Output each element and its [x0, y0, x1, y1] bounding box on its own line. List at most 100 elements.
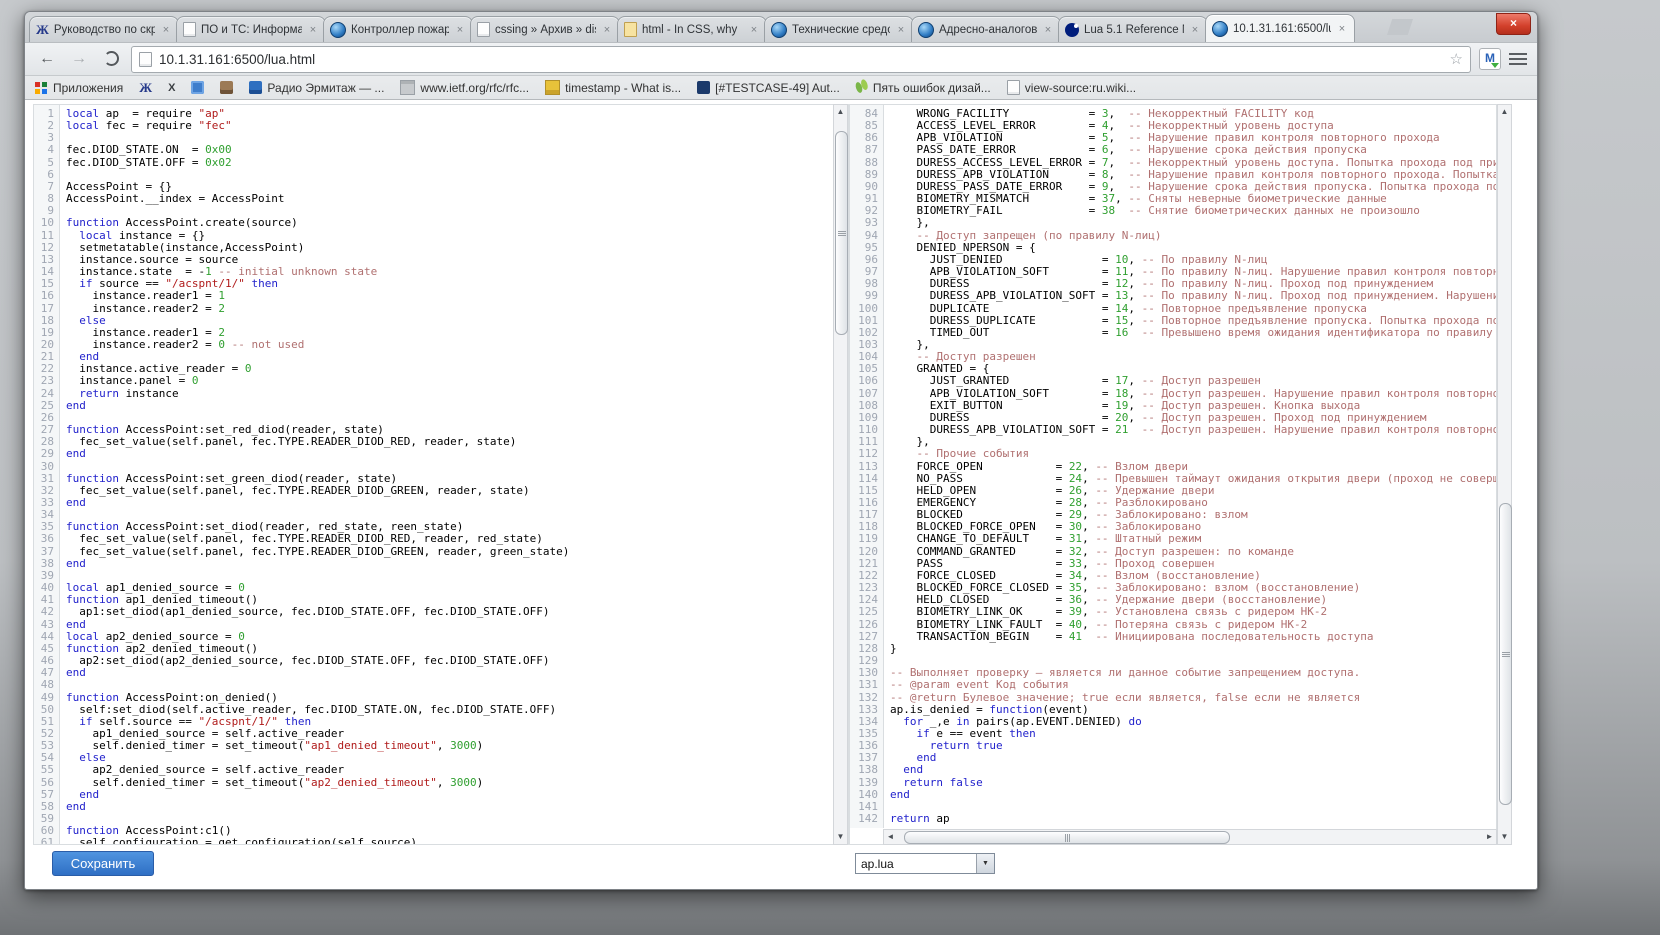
- tab-title: ПО и ТС: Информа: [201, 24, 302, 36]
- line-number: 16: [34, 290, 59, 302]
- reload-button[interactable]: [99, 47, 123, 71]
- tab-title: Lua 5.1 Reference M: [1084, 24, 1184, 36]
- tab-close-icon[interactable]: ×: [1189, 24, 1201, 36]
- line-number: 100: [850, 303, 883, 315]
- code-line: end: [890, 789, 1496, 801]
- scroll-up-icon[interactable]: ▲: [1498, 105, 1511, 119]
- person-icon: [220, 81, 233, 94]
- line-number: 101: [850, 315, 883, 327]
- bookmark-item-4[interactable]: [191, 81, 204, 94]
- right-editor[interactable]: 8485868788899091929394959697989910010110…: [849, 104, 1497, 845]
- tab-8[interactable]: Lua 5.1 Reference M ×: [1058, 16, 1208, 42]
- extension-icon[interactable]: M: [1479, 48, 1501, 70]
- blue-round-icon: [771, 22, 787, 38]
- tab-5[interactable]: html - In CSS, why×: [617, 16, 767, 42]
- address-bar[interactable]: 10.1.31.161:6500/lua.html ☆: [131, 46, 1471, 73]
- line-number: 11: [34, 230, 59, 242]
- scroll-right-icon[interactable]: ►: [1483, 830, 1496, 844]
- line-number: 55: [34, 764, 59, 776]
- bookmark-item-5[interactable]: [220, 81, 233, 94]
- window-close-button[interactable]: ×: [1496, 13, 1531, 35]
- save-button[interactable]: Сохранить: [52, 851, 154, 876]
- new-tab-button[interactable]: [1387, 19, 1413, 35]
- page-icon: [477, 22, 490, 37]
- bookmark-item-7[interactable]: www.ietf.org/rfc/rfc...: [400, 80, 529, 95]
- tab-2[interactable]: ПО и ТС: Информа ×: [176, 16, 326, 42]
- bookmark-item-8[interactable]: timestamp - What is...: [545, 80, 681, 95]
- tab-close-icon[interactable]: ×: [160, 24, 172, 36]
- scroll-left-icon[interactable]: ◄: [884, 830, 897, 844]
- page-icon: [1007, 80, 1020, 95]
- code-line: fec.DIOD_STATE.ON = 0x00: [66, 144, 833, 156]
- wrench-menu-icon[interactable]: [1509, 52, 1527, 66]
- page-content: 1234567891011121314151617181920212223242…: [25, 100, 1537, 888]
- line-number: 125: [850, 606, 883, 618]
- gold-page-icon: [624, 22, 637, 37]
- code-line: end: [66, 789, 833, 801]
- page-icon: [183, 22, 196, 37]
- code-line: AccessPoint.__index = AccessPoint: [66, 193, 833, 205]
- tab-7[interactable]: Адресно-аналогов×: [911, 16, 1061, 42]
- bookmark-star-icon[interactable]: ☆: [1450, 50, 1463, 68]
- left-editor-vscrollbar[interactable]: ▲ ▼: [833, 104, 848, 845]
- line-number: 43: [34, 619, 59, 631]
- line-number: 17: [34, 303, 59, 315]
- forward-button[interactable]: →: [67, 47, 91, 71]
- code-line: BIOMETRY_FAIL = 38 -- Снятие биометричес…: [890, 205, 1496, 217]
- tab-6[interactable]: Технические средс×: [764, 16, 914, 42]
- page-scroll-thumb[interactable]: [1499, 503, 1512, 805]
- line-number: 87: [850, 144, 883, 156]
- page-vscrollbar[interactable]: ▲ ▼: [1497, 104, 1512, 845]
- chat-icon: [191, 81, 204, 94]
- bookmark-label: view-source:ru.wiki...: [1025, 81, 1136, 95]
- left-editor-code[interactable]: local ap = require "ap"local fec = requi…: [60, 105, 833, 844]
- tab-title: 10.1.31.161:6500/lua: [1233, 23, 1331, 35]
- file-select[interactable]: ap.lua ▼: [855, 853, 995, 874]
- tab-close-icon[interactable]: ×: [1336, 23, 1348, 35]
- scroll-down-icon[interactable]: ▼: [1498, 830, 1511, 844]
- scroll-up-icon[interactable]: ▲: [834, 105, 847, 119]
- code-line: return false: [890, 777, 1496, 789]
- bookmark-item-9[interactable]: [#TESTCASE-49] Aut...: [697, 81, 840, 95]
- tab-close-icon[interactable]: ×: [454, 24, 466, 36]
- tab-close-icon[interactable]: ×: [748, 24, 760, 36]
- right-editor-gutter: 8485868788899091929394959697989910010110…: [850, 105, 884, 828]
- url-text[interactable]: 10.1.31.161:6500/lua.html: [159, 52, 1443, 67]
- bookmark-item-10[interactable]: Пять ошибок дизай...: [856, 81, 991, 95]
- tab-title: Контроллер пожар: [351, 24, 449, 36]
- bookmark-item-11[interactable]: view-source:ru.wiki...: [1007, 80, 1136, 95]
- tab-3[interactable]: Контроллер пожар ×: [323, 16, 473, 42]
- left-editor-scroll-thumb[interactable]: [835, 131, 848, 335]
- code-line: self:set_diod(self.active_reader, fec.DI…: [66, 704, 833, 716]
- code-line: end: [890, 752, 1496, 764]
- right-editor-code[interactable]: WRONG_FACILITY = 3, -- Некорректный FACI…: [884, 105, 1496, 828]
- line-number: 112: [850, 448, 883, 460]
- line-number: 138: [850, 764, 883, 776]
- tab-4[interactable]: cssing » Архив » dis×: [470, 16, 620, 42]
- bookmark-item-2[interactable]: Ж: [139, 80, 152, 96]
- code-line: end: [66, 448, 833, 460]
- code-line: fec_set_value(self.panel, fec.TYPE.READE…: [66, 546, 833, 558]
- line-number: 119: [850, 533, 883, 545]
- tab-1[interactable]: ЖРуководство по скр×: [29, 16, 179, 42]
- tab-9[interactable]: 10.1.31.161:6500/lua ×: [1205, 14, 1355, 42]
- back-button[interactable]: ←: [35, 47, 59, 71]
- bookmark-item-1[interactable]: Приложения: [35, 81, 123, 95]
- chevron-down-icon[interactable]: ▼: [976, 854, 994, 873]
- bookmark-item-6[interactable]: Радио Эрмитаж — ...: [249, 81, 384, 95]
- tab-close-icon[interactable]: ×: [307, 24, 319, 36]
- tab-close-icon[interactable]: ×: [1042, 24, 1054, 36]
- tab-close-icon[interactable]: ×: [895, 24, 907, 36]
- blue-square-icon: [249, 81, 262, 94]
- tab-close-icon[interactable]: ×: [601, 24, 613, 36]
- bookmarks-bar: Приложения Ж X Радио Эрмитаж — ... www.ietf.…: [25, 76, 1537, 100]
- browser-window: ЖРуководство по скр×ПО и ТС: Информа×Кон…: [24, 11, 1538, 890]
- left-editor[interactable]: 1234567891011121314151617181920212223242…: [33, 104, 849, 845]
- line-number: 120: [850, 546, 883, 558]
- bookmark-item-3[interactable]: X: [168, 82, 175, 94]
- right-editor-hscrollbar[interactable]: ◄ ►: [883, 829, 1497, 845]
- blue-round-icon: [330, 22, 346, 38]
- code-line: DURESS_APB_VIOLATION_SOFT = 21 -- Доступ…: [890, 424, 1496, 436]
- scroll-down-icon[interactable]: ▼: [834, 830, 847, 844]
- right-editor-hscroll-thumb[interactable]: [904, 831, 1230, 844]
